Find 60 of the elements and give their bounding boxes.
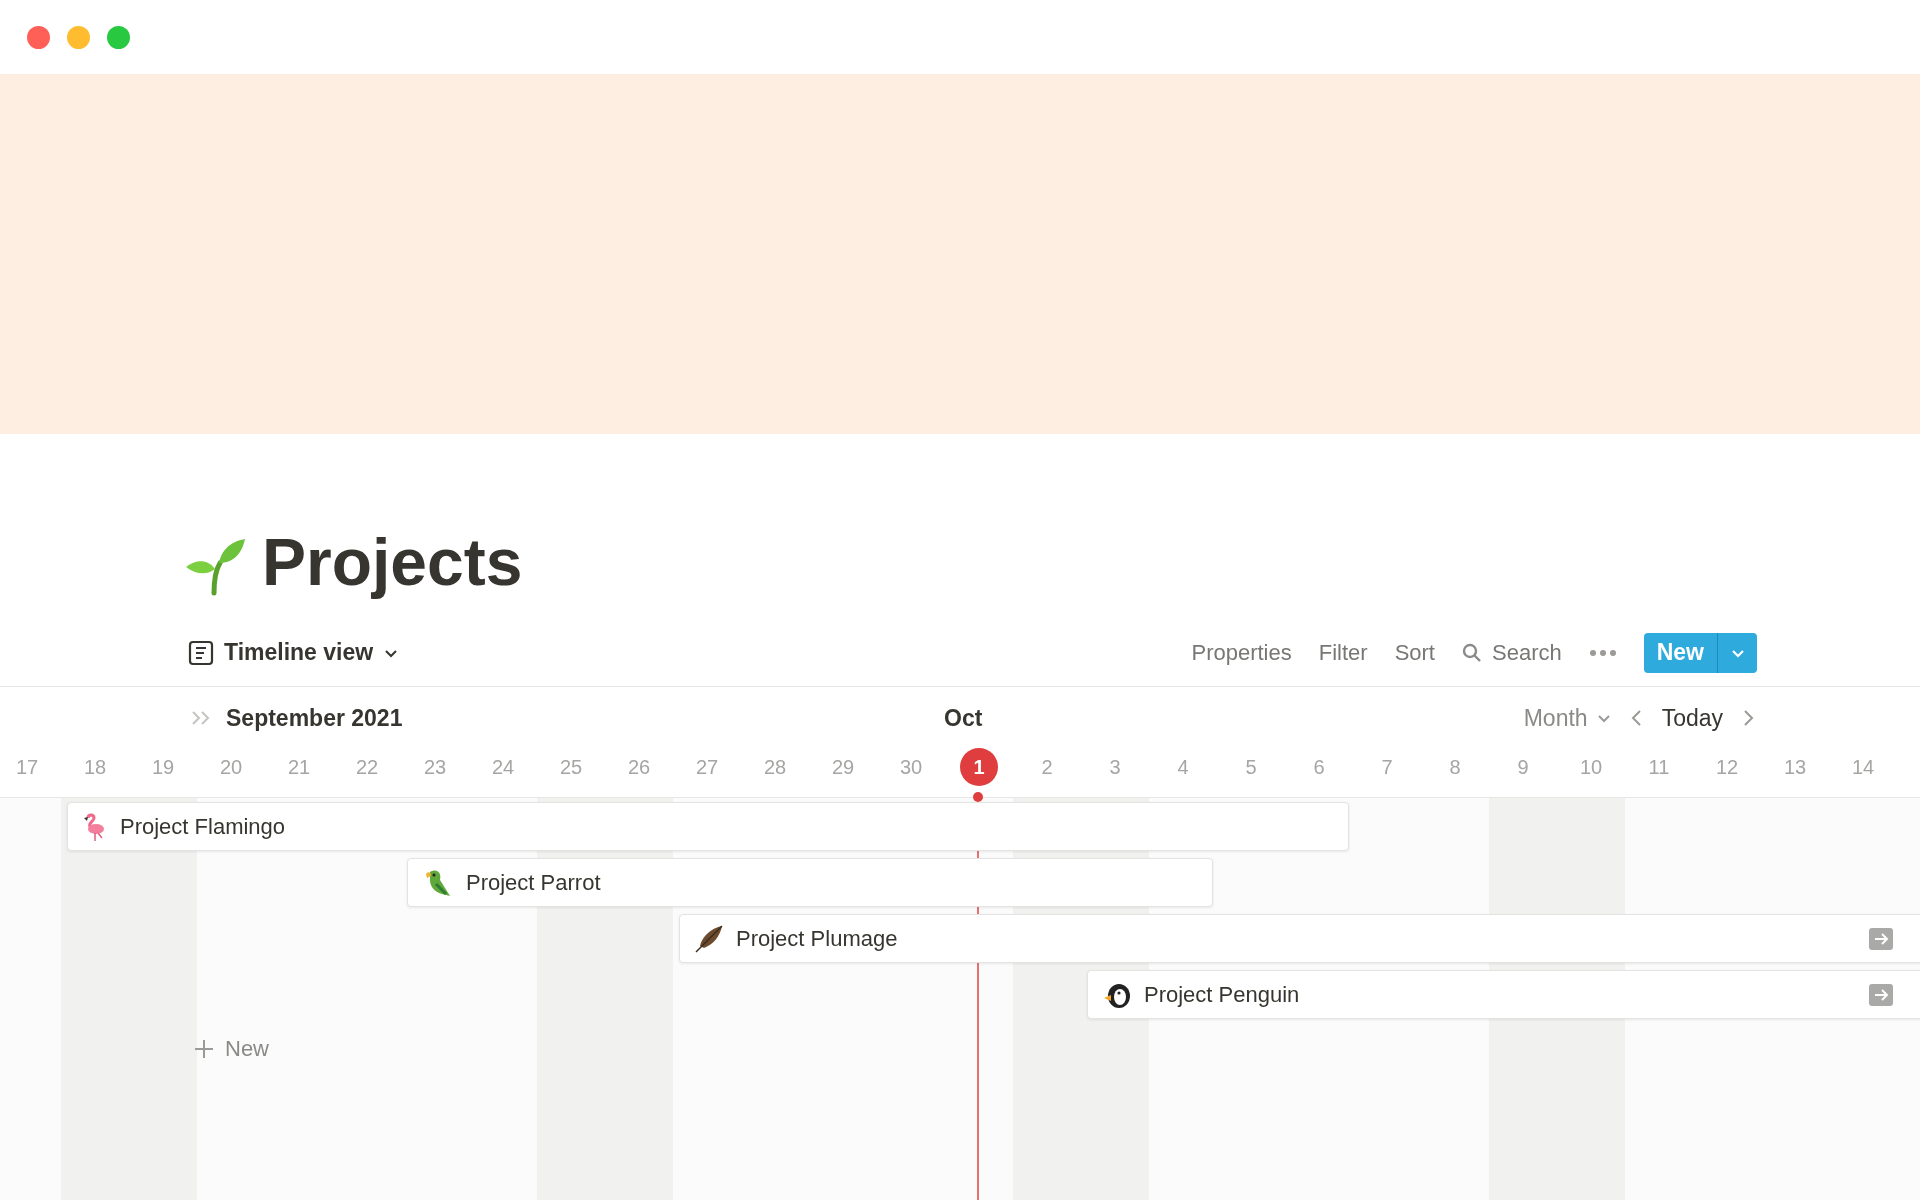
toolbar-action[interactable]: Properties xyxy=(1191,636,1292,669)
feather-icon xyxy=(694,923,724,954)
day-number: 14 xyxy=(1851,755,1875,780)
day-number: 12 xyxy=(1715,755,1739,780)
timeline-bar[interactable]: Project Flamingo xyxy=(67,802,1349,851)
day-number: 11 xyxy=(1648,755,1670,780)
day-number: 9 xyxy=(1517,755,1529,780)
day-number: 28 xyxy=(763,755,787,780)
timeline-bar[interactable]: Project Penguin xyxy=(1087,970,1920,1019)
project-name: Project Parrot xyxy=(466,869,601,897)
day-number: 24 xyxy=(491,755,515,780)
plus-icon xyxy=(193,1037,215,1060)
more-icon[interactable] xyxy=(1588,648,1617,657)
today-button[interactable]: Today xyxy=(1661,700,1723,736)
day-number: 17 xyxy=(15,755,39,780)
day-number: 6 xyxy=(1313,755,1325,780)
minimize-window-button[interactable] xyxy=(67,25,90,49)
scale-dropdown[interactable]: Month xyxy=(1523,700,1612,736)
day-number: 2 xyxy=(1041,755,1053,780)
project-name: Project Penguin xyxy=(1144,981,1300,1009)
day-number: 19 xyxy=(151,755,175,780)
close-window-button[interactable] xyxy=(27,25,50,49)
chevron-right-icon[interactable] xyxy=(1741,708,1755,728)
page-title: Projects xyxy=(262,529,523,597)
day-number: 10 xyxy=(1579,755,1603,780)
day-number: 27 xyxy=(695,755,719,780)
view-switcher[interactable]: Timeline view xyxy=(188,635,400,670)
month-label: September 2021 xyxy=(226,703,403,733)
arrow-right-icon[interactable] xyxy=(1869,927,1893,950)
timeline-view-icon xyxy=(188,639,214,666)
day-number: 22 xyxy=(355,755,379,780)
day-number: 21 xyxy=(287,755,311,780)
month-label: Oct xyxy=(944,703,983,733)
day-number: 30 xyxy=(899,755,923,780)
arrow-right-icon[interactable] xyxy=(1869,983,1893,1006)
day-number: 5 xyxy=(1245,755,1257,780)
project-name: Project Plumage xyxy=(736,925,898,953)
maximize-window-button[interactable] xyxy=(107,25,130,49)
project-name: Project Flamingo xyxy=(120,813,286,841)
search-button[interactable]: Search xyxy=(1462,636,1562,669)
day-number: 25 xyxy=(559,755,583,780)
day-number: 8 xyxy=(1449,755,1461,780)
toolbar-action[interactable]: Filter xyxy=(1318,636,1368,669)
toolbar-action[interactable]: Sort xyxy=(1394,636,1435,669)
day-number: 13 xyxy=(1783,755,1807,780)
chevron-left-icon[interactable] xyxy=(1629,708,1644,728)
new-button[interactable]: New xyxy=(1643,632,1757,673)
add-new-button[interactable]: New xyxy=(193,1032,269,1065)
day-number: 18 xyxy=(83,755,107,780)
day-number: 7 xyxy=(1381,755,1393,780)
day-number: 20 xyxy=(219,755,243,780)
day-number: 3 xyxy=(1109,755,1121,780)
search-icon xyxy=(1462,642,1482,663)
day-number: 4 xyxy=(1177,755,1189,780)
day-number: 1 xyxy=(960,748,998,786)
day-number: 26 xyxy=(627,755,651,780)
timeline-bar[interactable]: Project Parrot xyxy=(407,858,1213,907)
day-number: 23 xyxy=(423,755,447,780)
timeline-bar[interactable]: Project Plumage xyxy=(679,914,1920,963)
day-number: 29 xyxy=(831,755,855,780)
